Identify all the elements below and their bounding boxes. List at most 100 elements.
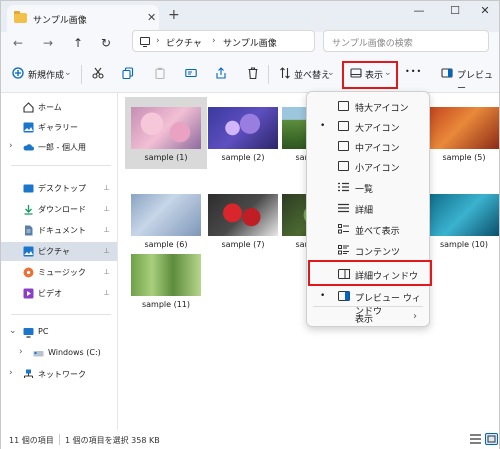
file-name: sample (7) [221,240,265,249]
rename-icon[interactable] [185,67,197,79]
sidebar-item-gallery[interactable]: ギャラリー [1,118,117,137]
file-item[interactable]: sample (5) [423,97,500,169]
sidebar-item-label: 一郎 - 個人用 [38,143,86,152]
breadcrumb-sample-images[interactable]: サンプル画像 [223,36,277,49]
chevron-right-icon[interactable]: › [9,141,13,151]
pin-icon: ⟂ [104,267,110,276]
new-button[interactable]: 新規作成 [28,68,64,81]
preview-pane-menu-icon [338,291,350,301]
share-icon[interactable] [215,67,227,79]
tab-sample-images[interactable]: サンプル画像 ✕ [7,5,159,32]
sidebar-item-desktop[interactable]: デスクトップ ⟂ [1,179,117,198]
sort-dropdown-caret[interactable]: ⌄ [327,68,335,78]
new-icon [12,67,24,79]
sidebar-item-label: ギャラリー [38,123,78,132]
selected-bullet-icon: • [320,121,326,131]
sidebar-item-videos[interactable]: ビデオ ⟂ [1,284,117,303]
tab-close-icon[interactable]: ✕ [147,11,156,24]
cut-icon[interactable] [92,67,104,79]
drive-icon [33,351,44,357]
new-dropdown-caret[interactable]: ⌄ [64,68,72,78]
close-button[interactable]: ✕ [475,4,495,17]
delete-icon[interactable] [247,67,259,79]
file-name: sample (1) [144,153,188,162]
paste-icon[interactable] [154,67,166,79]
menu-item-label: 一覧 [355,185,374,195]
copy-icon[interactable] [122,67,134,79]
up-button[interactable]: ↑ [73,36,83,50]
menu-item-list[interactable]: 一覧 [307,177,429,197]
address-bar[interactable]: › ピクチャ › サンプル画像 [132,30,315,52]
tiles-view-icon [338,224,349,234]
sidebar-item-pictures[interactable]: ピクチャ ⟂ [1,242,117,261]
pictures-icon [23,246,34,257]
back-button[interactable]: ← [13,36,23,50]
thumbnail-image [208,194,278,236]
music-icon [23,267,34,278]
sidebar-item-label: デスクトップ [38,184,86,193]
item-count: 11 個の項目 [9,436,54,445]
pin-icon: ⟂ [104,204,110,213]
menu-item-preview-pane[interactable]: • プレビュー ウィンドウ [307,286,429,317]
pin-icon: ⟂ [104,225,110,234]
large-icons-toggle-icon[interactable] [485,433,498,445]
menu-item-show[interactable]: 表示 › [307,307,429,327]
menu-item-label: 詳細 [355,206,374,216]
preview-pane-icon [441,68,453,78]
new-tab-button[interactable]: + [168,7,180,23]
sidebar-item-label: Windows (C:) [48,348,101,357]
sidebar-item-home[interactable]: ホーム [1,98,117,117]
more-options-button[interactable]: ••• [405,67,422,76]
file-item[interactable]: sample (1) [125,97,207,169]
sidebar-item-label: ダウンロード [38,205,86,214]
list-view-icon [338,182,349,192]
download-icon [24,205,33,215]
selected-bullet-icon: • [320,291,326,301]
sidebar-item-documents[interactable]: ドキュメント ⟂ [1,221,117,240]
sidebar-item-downloads[interactable]: ダウンロード ⟂ [1,200,117,219]
breadcrumb-separator: › [212,36,216,46]
sidebar-item-music[interactable]: ミュージック ⟂ [1,263,117,282]
breadcrumb-pictures[interactable]: ピクチャ [166,36,202,49]
large-icons-icon [338,121,349,131]
maximize-button[interactable]: ☐ [445,4,465,17]
menu-item-tiles[interactable]: 並べて表示 [307,219,429,239]
menu-item-content[interactable]: コンテンツ [307,240,429,260]
refresh-button[interactable]: ↻ [101,36,111,50]
menu-item-label: 表示 [355,315,374,325]
pin-icon: ⟂ [104,288,110,297]
sidebar-item-pc[interactable]: ⌄ PC [1,323,117,342]
menu-item-label: 特大アイコン [355,104,409,114]
view-menu: 特大アイコン • 大アイコン 中アイコン 小アイコン 一覧 詳細 並べて表示 コ… [306,91,430,327]
menu-item-medium-icons[interactable]: 中アイコン [307,136,429,156]
menu-item-details[interactable]: 詳細 [307,198,429,218]
search-input[interactable]: サンプル画像の検索 [323,30,489,52]
file-name: sample (2) [221,153,265,162]
file-item[interactable]: sample (10) [423,184,500,256]
file-item[interactable]: sample (11) [125,244,207,316]
chevron-right-icon[interactable]: › [19,347,23,357]
chevron-right-icon[interactable]: › [9,368,13,378]
sidebar-item-network[interactable]: › ネットワーク [1,365,117,384]
file-item[interactable]: sample (2) [202,97,284,169]
sidebar-item-label: ビデオ [38,289,62,298]
thumbnail-image [429,107,499,149]
medium-icons-icon [338,141,349,151]
view-button-highlight [342,61,398,89]
menu-item-extra-large-icons[interactable]: 特大アイコン [307,96,429,116]
minimize-button[interactable]: — [409,4,429,17]
sidebar-item-windows-c[interactable]: › Windows (C:) [11,344,127,363]
sort-button[interactable]: 並べ替え [294,68,330,81]
menu-item-small-icons[interactable]: 小アイコン [307,156,429,176]
menu-item-label: 大アイコン [355,124,400,134]
chevron-down-icon[interactable]: ⌄ [9,326,17,336]
details-view-toggle-icon[interactable] [469,433,482,445]
forward-button[interactable]: → [43,36,53,50]
preview-button[interactable]: プレビュー [457,68,499,94]
folder-icon [14,11,27,23]
sidebar-item-onedrive[interactable]: › 一郎 - 個人用 [1,138,117,157]
file-item[interactable]: sample (7) [202,184,284,256]
menu-item-large-icons[interactable]: • 大アイコン [307,116,429,136]
thumbnail-image [131,107,201,149]
breadcrumb-separator: › [156,36,160,46]
